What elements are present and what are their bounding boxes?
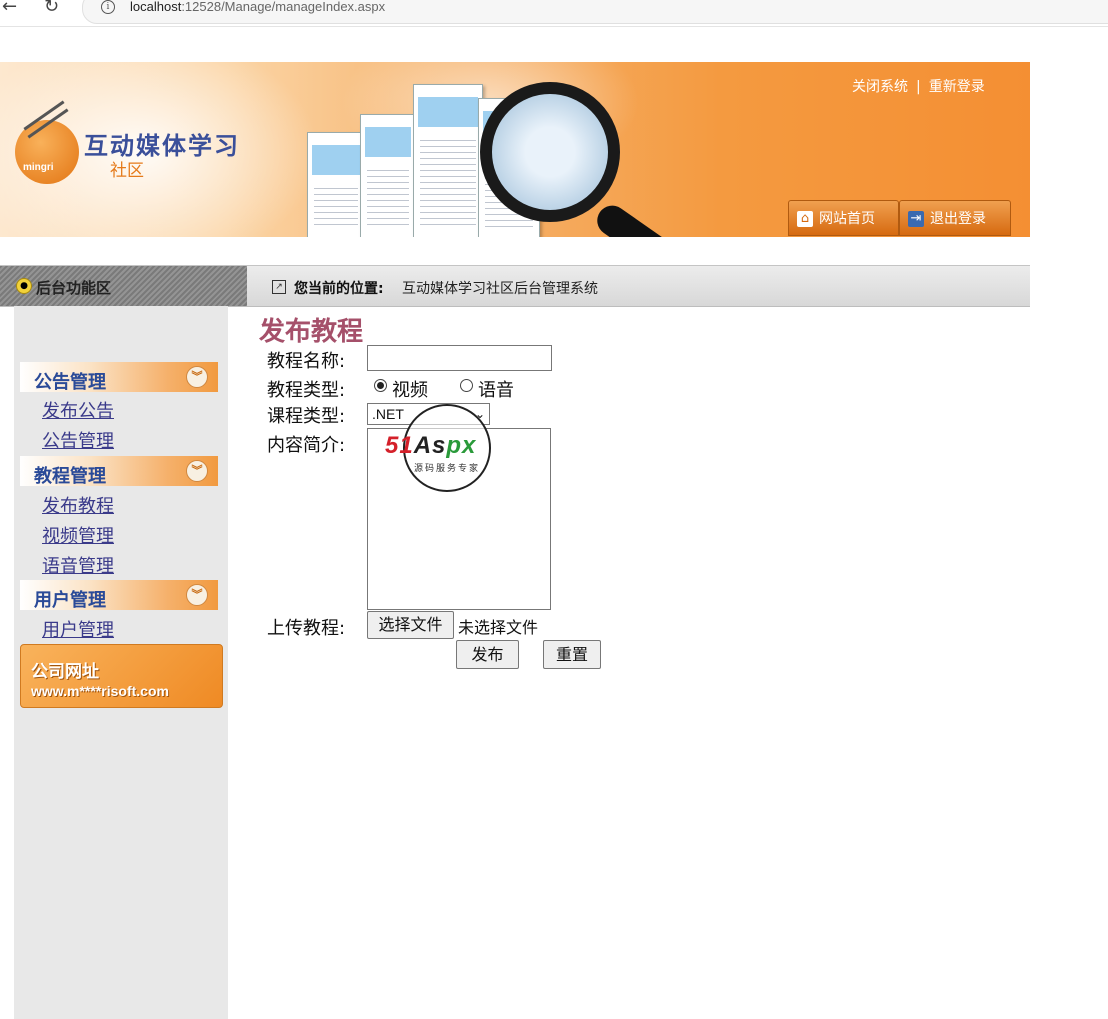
function-area-label: 后台功能区 xyxy=(36,279,112,297)
upload-tutorial-label: 上传教程: xyxy=(267,618,346,639)
logo-brand: mingri xyxy=(23,162,54,173)
tutorial-name-label: 教程名称: xyxy=(267,351,346,372)
course-type-value: .NET xyxy=(372,406,404,422)
chevron-down-icon[interactable]: ︾ xyxy=(186,366,208,388)
type-video-radio[interactable] xyxy=(374,379,387,392)
page-thumbnail-image xyxy=(307,132,365,237)
course-type-label: 课程类型: xyxy=(267,406,346,427)
watermark-subtitle: 源码服务专家 xyxy=(414,464,481,474)
url-text[interactable]: localhost:12528/Manage/manageIndex.aspx xyxy=(130,0,385,14)
top-links: 关闭系统 | 重新登录 xyxy=(852,76,985,96)
menu-group-label: 教程管理 xyxy=(34,466,106,487)
choose-file-button[interactable]: 选择文件 xyxy=(367,611,454,639)
sidebar-item-audio-manage[interactable]: 语音管理 xyxy=(42,552,114,578)
content-intro-label: 内容简介: xyxy=(267,435,346,456)
title-strip: ● 后台功能区 ↗ 您当前的位置: 互动媒体学习社区后台管理系统 xyxy=(0,265,1030,307)
close-system-link[interactable]: 关闭系统 xyxy=(852,79,908,95)
relogin-link[interactable]: 重新登录 xyxy=(929,79,985,95)
sidebar-item-user-manage[interactable]: 用户管理 xyxy=(42,616,114,642)
submit-button[interactable]: 发布 xyxy=(456,640,519,669)
tutorial-name-input[interactable] xyxy=(367,345,552,371)
menu-group-label: 用户管理 xyxy=(34,590,106,611)
type-video-label: 视频 xyxy=(392,380,428,401)
company-url-text: www.m****risoft.com xyxy=(31,683,169,699)
company-url-title: 公司网址 xyxy=(31,662,99,682)
menu-group-user[interactable]: 用户管理 ︾ xyxy=(20,580,218,611)
lightbulb-icon: ● xyxy=(16,278,32,294)
magnifier-handle xyxy=(591,199,716,237)
logout-label: 退出登录 xyxy=(930,211,986,227)
watermark-logo: 51Aspx xyxy=(385,432,477,459)
reset-button[interactable]: 重置 xyxy=(543,640,601,669)
chevron-down-icon[interactable]: ︾ xyxy=(186,460,208,482)
home-icon: ⌂ xyxy=(797,211,813,227)
type-audio-radio[interactable] xyxy=(460,379,473,392)
link-separator: | xyxy=(916,79,921,95)
file-status: 未选择文件 xyxy=(458,618,539,637)
function-area-header: ● 后台功能区 xyxy=(0,266,247,306)
back-icon[interactable]: ← xyxy=(2,0,17,17)
company-url-banner[interactable]: 公司网址 www.m****risoft.com xyxy=(20,644,223,708)
sidebar-item-announcement-manage[interactable]: 公告管理 xyxy=(42,427,114,453)
location-text: 互动媒体学习社区后台管理系统 xyxy=(402,281,598,297)
logo-subtitle: 社区 xyxy=(110,161,144,181)
url-box[interactable]: i localhost:12528/Manage/manageIndex.asp… xyxy=(82,0,1108,24)
site-home-label: 网站首页 xyxy=(819,211,875,227)
browser-address-bar: ← ↻ i localhost:12528/Manage/manageIndex… xyxy=(0,0,1108,27)
sidebar-item-publish-announcement[interactable]: 发布公告 xyxy=(42,397,114,423)
reload-icon[interactable]: ↻ xyxy=(44,0,59,17)
page-title: 发布教程 xyxy=(259,317,364,347)
page-thumbnail-image xyxy=(360,114,416,237)
header-banner: mingri 互动媒体学习 社区 关闭系统 | 重新登录 ⌂ 网站首页 ⇥ 退出登录 xyxy=(0,62,1030,237)
logo-title: 互动媒体学习 xyxy=(84,131,240,160)
logout-button[interactable]: ⇥ 退出登录 xyxy=(899,200,1011,236)
location-label: 您当前的位置: xyxy=(294,281,384,297)
menu-group-announcement[interactable]: 公告管理 ︾ xyxy=(20,362,218,393)
page-thumbnail-image xyxy=(413,84,483,237)
magnifier-icon xyxy=(480,82,620,222)
sidebar: 公告管理 ︾ 发布公告 公告管理 教程管理 ︾ 发布教程 视频管理 语音管理 用… xyxy=(14,306,228,1019)
location-icon: ↗ xyxy=(272,280,286,294)
tutorial-type-label: 教程类型: xyxy=(267,380,346,401)
type-audio-label: 语音 xyxy=(478,380,514,401)
chevron-down-icon[interactable]: ︾ xyxy=(186,584,208,606)
menu-group-tutorial[interactable]: 教程管理 ︾ xyxy=(20,456,218,487)
sidebar-item-video-manage[interactable]: 视频管理 xyxy=(42,522,114,548)
site-home-button[interactable]: ⌂ 网站首页 xyxy=(788,200,899,236)
logout-icon: ⇥ xyxy=(908,211,924,227)
sidebar-item-publish-tutorial[interactable]: 发布教程 xyxy=(42,492,114,518)
info-icon[interactable]: i xyxy=(101,0,115,14)
menu-group-label: 公告管理 xyxy=(34,372,106,393)
